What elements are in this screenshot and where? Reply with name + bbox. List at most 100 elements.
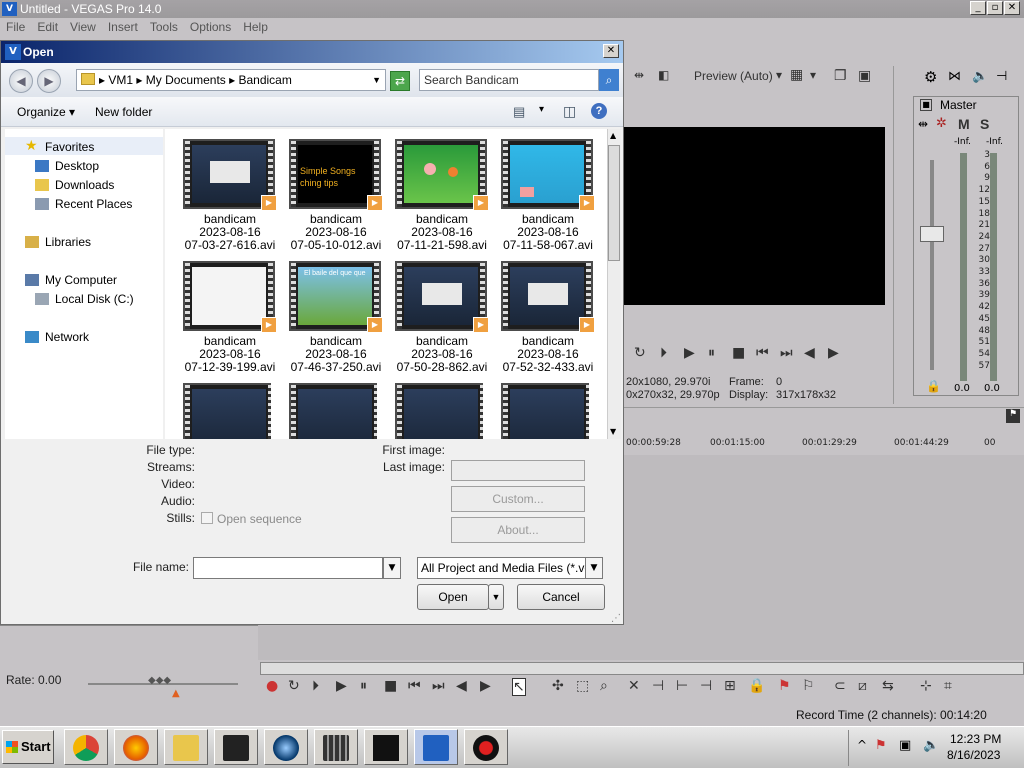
go-to-end-icon[interactable]: ⏭ <box>780 345 793 361</box>
address-bar[interactable]: ▸ VM1 ▸ My Documents ▸ Bandicam ▼ <box>76 69 386 91</box>
lock-meter-icon[interactable]: ⊣ <box>996 69 1007 84</box>
loop-icon[interactable]: ↻ <box>288 678 300 694</box>
marker-insert-icon[interactable]: ⚑ <box>778 678 791 694</box>
cancel-button[interactable]: Cancel <box>517 584 605 610</box>
help-icon[interactable]: ? <box>591 103 607 119</box>
marker-icon[interactable]: ⚑ <box>1006 409 1020 423</box>
stop-icon[interactable]: ■ <box>732 345 745 361</box>
file-item[interactable] <box>377 375 483 439</box>
ignore-grouping-icon[interactable]: ⌗ <box>944 678 952 694</box>
pan-icon[interactable]: ⇹ <box>918 117 928 131</box>
menu-help[interactable]: Help <box>237 18 274 36</box>
menu-insert[interactable]: Insert <box>102 18 144 36</box>
trim-icon[interactable]: ⊣ <box>652 678 664 694</box>
file-type-dropdown[interactable]: ▼ <box>585 557 603 579</box>
nav-desktop[interactable]: Desktop <box>55 159 99 173</box>
go-to-end-icon[interactable]: ⏭ <box>432 678 445 694</box>
search-input[interactable]: Search Bandicam <box>419 69 599 91</box>
preview-quality-dropdown[interactable]: Preview (Auto) <box>694 69 773 83</box>
nav-recent-places[interactable]: Recent Places <box>55 197 132 211</box>
file-name-input[interactable] <box>193 557 383 579</box>
scroll-down-icon[interactable]: ▼ <box>610 427 616 436</box>
about-button[interactable]: About... <box>451 517 585 543</box>
mute-speaker-icon[interactable]: 🔈 <box>972 69 988 84</box>
file-name-dropdown[interactable]: ▼ <box>383 557 401 579</box>
go-to-start-icon[interactable]: ⏮ <box>756 345 769 361</box>
open-sequence-checkbox[interactable] <box>201 512 213 524</box>
loop-icon[interactable]: ↻ <box>634 345 646 361</box>
play-from-start-icon[interactable]: ⏵ <box>660 345 667 361</box>
record-icon[interactable]: ● <box>266 678 278 694</box>
restore-button[interactable]: ▫ <box>987 1 1003 15</box>
prev-frame-icon[interactable]: ◀ <box>804 345 815 361</box>
network-icon[interactable]: ▣ <box>899 738 911 753</box>
lock-envelopes-icon[interactable]: ⊹ <box>920 678 932 694</box>
overlay-icon[interactable]: ◧ <box>658 68 669 82</box>
nav-downloads[interactable]: Downloads <box>55 178 114 192</box>
prev-frame-icon[interactable]: ◀ <box>456 678 467 694</box>
nav-local-disk[interactable]: Local Disk (C:) <box>55 292 134 306</box>
menu-options[interactable]: Options <box>184 18 237 36</box>
open-options-dropdown[interactable]: ▼ <box>488 584 504 610</box>
copy-snapshot-icon[interactable]: ❐ <box>834 67 847 84</box>
new-folder-button[interactable]: New folder <box>95 105 152 119</box>
film-taskbar-icon[interactable] <box>314 729 358 765</box>
chevron-down-icon[interactable]: ▾ <box>539 104 544 115</box>
firefox-taskbar-icon[interactable] <box>114 729 158 765</box>
minimize-button[interactable]: _ <box>970 1 986 15</box>
play-icon[interactable]: ▶ <box>336 678 347 694</box>
volume-icon[interactable]: 🔈 <box>923 738 939 753</box>
fx-icon[interactable]: ✲ <box>936 116 947 131</box>
search-icon[interactable]: ⌕ <box>599 69 619 91</box>
file-item[interactable] <box>483 375 589 439</box>
resize-grip-icon[interactable]: ⋰ <box>611 613 621 624</box>
snapping-icon[interactable]: ⊂ <box>834 678 846 694</box>
master-fader[interactable] <box>920 226 944 242</box>
file-item[interactable]: ▶ bandicam 2023-08-16 07-11-58-067.avi <box>483 131 595 253</box>
menu-file[interactable]: File <box>0 18 31 36</box>
timeline-ruler[interactable]: 00:00:59:28 00:01:15:00 00:01:29:29 00:0… <box>624 438 1024 454</box>
breadcrumb-vm1[interactable]: VM1 <box>108 73 133 87</box>
file-item[interactable]: El baile del que que ▶ bandicam 2023-08-1… <box>271 253 383 375</box>
play-from-start-icon[interactable]: ⏵ <box>312 678 319 694</box>
scrollbar-thumb[interactable] <box>608 145 620 261</box>
selection-tool-icon[interactable]: ⬚ <box>576 678 589 694</box>
stop-icon[interactable]: ■ <box>384 678 397 694</box>
action-center-icon[interactable]: ⚑ <box>875 738 887 753</box>
nav-network[interactable]: Network <box>45 330 89 344</box>
chrome-taskbar-icon[interactable] <box>64 729 108 765</box>
pause-icon[interactable]: ⏸ <box>708 345 715 361</box>
lock-icon[interactable]: 🔒 <box>748 678 765 694</box>
chevron-down-icon[interactable]: ▼ <box>372 70 381 90</box>
trim-start-icon[interactable]: ⊢ <box>676 678 688 694</box>
open-button[interactable]: Open <box>417 584 489 610</box>
breadcrumb-bandicam[interactable]: Bandicam <box>238 73 291 87</box>
file-item[interactable]: ▶ bandicam 2023-08-16 07-50-28-862.avi <box>377 253 489 375</box>
zoom-tool-icon[interactable]: ⌕ <box>600 678 608 694</box>
chevron-down-icon[interactable]: ▾ <box>776 68 782 82</box>
auto-ripple-icon[interactable]: ⇆ <box>882 678 894 694</box>
menu-tools[interactable]: Tools <box>144 18 184 36</box>
clock-date[interactable]: 8/16/2023 <box>947 748 1000 762</box>
forward-button[interactable]: ▶ <box>37 69 61 93</box>
refresh-button[interactable]: ⇄ <box>390 71 410 91</box>
file-item[interactable]: ▶ bandicam 2023-08-16 07-11-21-598.avi <box>377 131 489 253</box>
bandicam-taskbar-icon[interactable] <box>464 729 508 765</box>
next-frame-icon[interactable]: ▶ <box>480 678 491 694</box>
trim-end-icon[interactable]: ⊣ <box>700 678 712 694</box>
breadcrumb-my-documents[interactable]: My Documents <box>146 73 226 87</box>
pause-icon[interactable]: ⏸ <box>360 678 367 694</box>
go-to-start-icon[interactable]: ⏮ <box>408 678 421 694</box>
file-type-select[interactable]: All Project and Media Files (*.ve <box>417 557 587 579</box>
7zip-taskbar-icon[interactable] <box>364 729 408 765</box>
last-image-field[interactable] <box>451 460 585 481</box>
tray-expand-icon[interactable]: ^ <box>857 738 867 752</box>
clock-time[interactable]: 12:23 PM <box>950 732 1001 746</box>
chevron-down-icon[interactable]: ▾ <box>810 68 816 82</box>
close-app-button[interactable]: ✕ <box>1004 1 1020 15</box>
back-button[interactable]: ◀ <box>9 69 33 93</box>
save-snapshot-icon[interactable]: ▣ <box>858 67 871 84</box>
lock-icon[interactable]: 🔒 <box>926 379 941 393</box>
file-item[interactable] <box>165 375 271 439</box>
custom-button[interactable]: Custom... <box>451 486 585 512</box>
